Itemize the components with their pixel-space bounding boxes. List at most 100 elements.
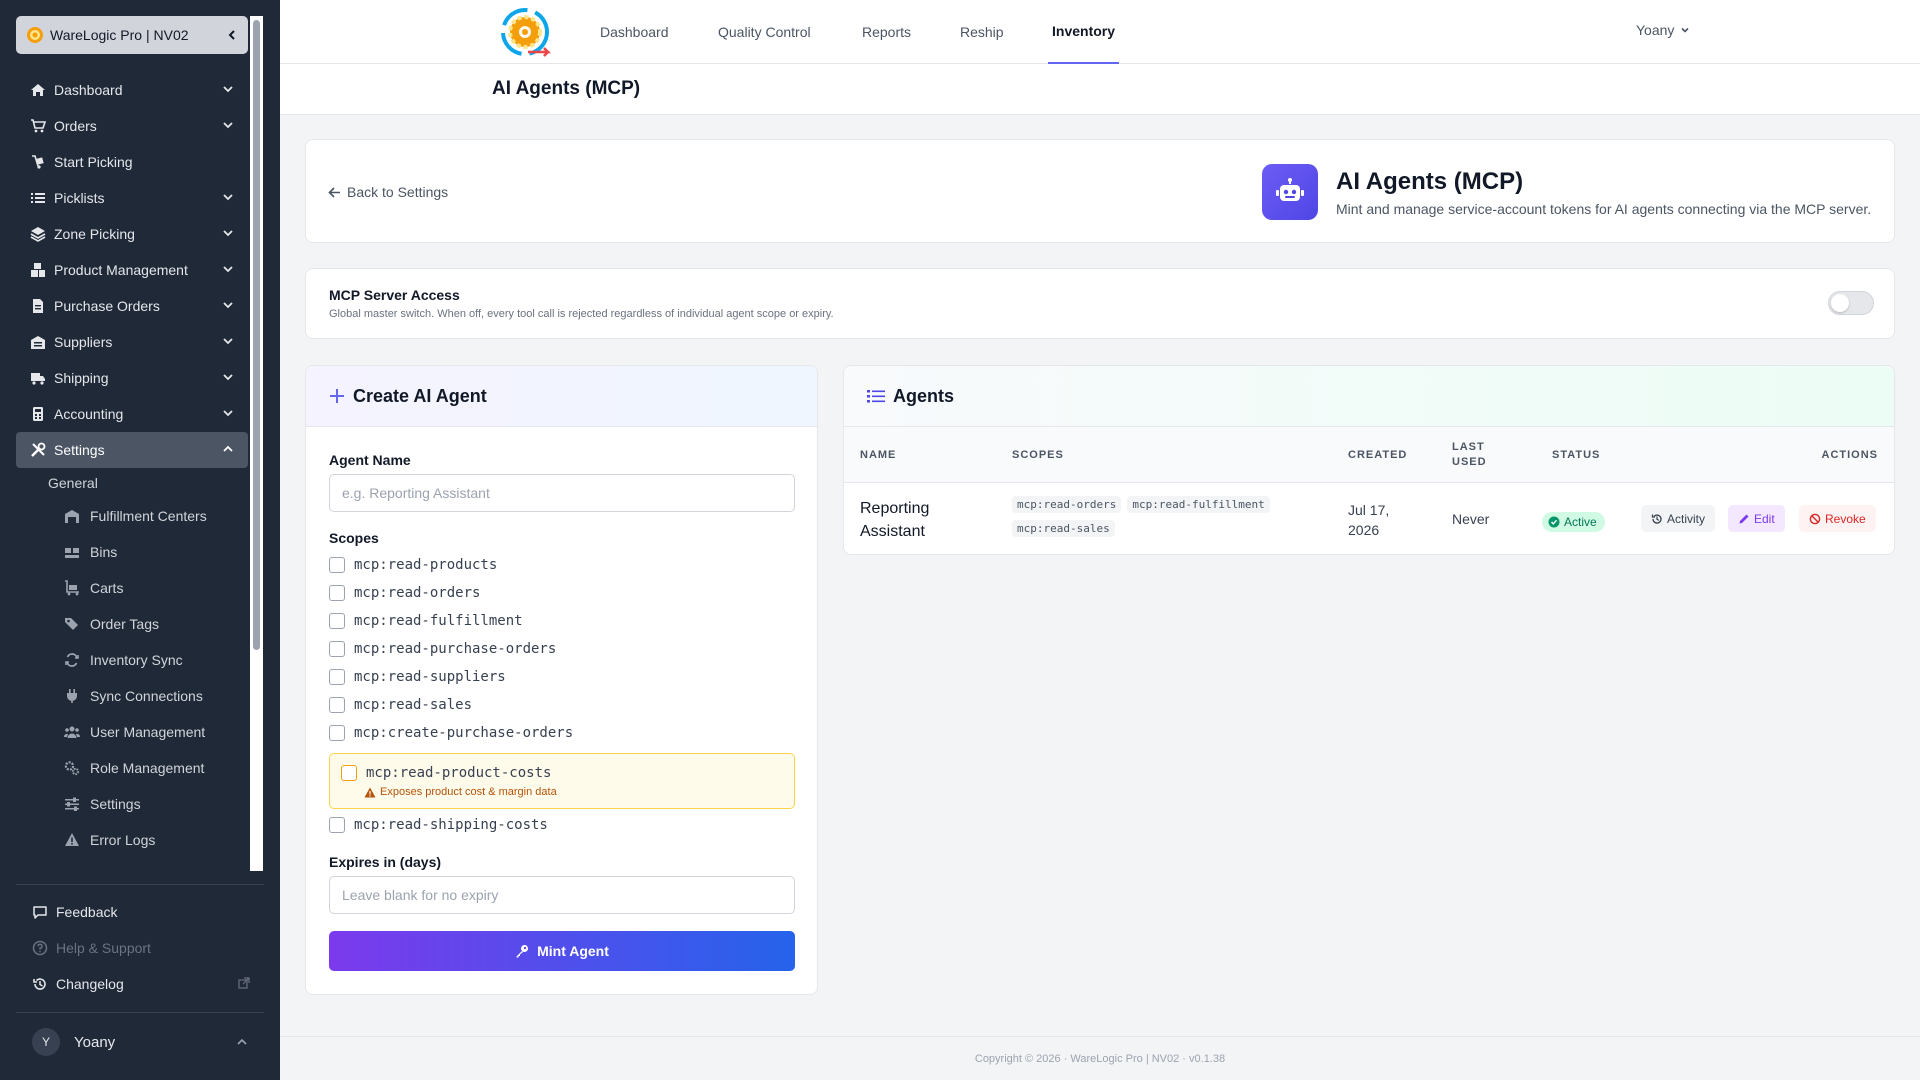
sidebar-item-label: Role Management: [90, 760, 205, 776]
tab-quality-control[interactable]: Quality Control: [718, 0, 811, 64]
sidebar-item-inventory-sync[interactable]: Inventory Sync: [16, 642, 248, 678]
edit-button[interactable]: Edit: [1728, 505, 1785, 532]
expires-days-input[interactable]: Leave blank for no expiry: [329, 876, 795, 914]
sidebar-item-purchase-orders[interactable]: Purchase Orders: [16, 288, 248, 324]
sidebar-divider: [16, 884, 264, 885]
brand-logo-icon: [27, 27, 43, 43]
warning-icon: [364, 787, 376, 797]
sidebar-scrollbar[interactable]: [250, 16, 263, 871]
scope-read-product-costs-row[interactable]: mcp:read-product-costs: [341, 765, 551, 781]
scope-checkbox[interactable]: [329, 725, 345, 741]
sidebar-item-error-logs[interactable]: Error Logs: [16, 822, 248, 858]
sidebar-item-general-settings[interactable]: Settings: [16, 786, 248, 822]
sidebar-item-feedback[interactable]: Feedback: [16, 894, 264, 930]
scope-label: mcp:read-sales: [354, 697, 473, 713]
sidebar-item-bins[interactable]: Bins: [16, 534, 248, 570]
chevron-down-icon: [223, 194, 233, 201]
layers-icon: [30, 227, 46, 242]
sidebar-item-label: Settings: [90, 796, 141, 812]
sidebar-group-general: General: [48, 475, 98, 491]
chevron-up-icon: [223, 445, 233, 452]
truck-icon: [31, 373, 45, 385]
sidebar-item-suppliers[interactable]: Suppliers: [16, 324, 248, 360]
sidebar-item-fulfillment-centers[interactable]: Fulfillment Centers: [16, 498, 248, 534]
scope-checkbox[interactable]: [329, 817, 345, 833]
app-logo-icon[interactable]: [498, 6, 552, 58]
sidebar-item-label: Shipping: [54, 370, 109, 386]
sidebar-item-label: Sync Connections: [90, 688, 203, 704]
agent-name-line: Assistant: [860, 523, 925, 540]
scope-checkbox[interactable]: [329, 557, 345, 573]
activity-button[interactable]: Activity: [1641, 505, 1716, 532]
sidebar-item-start-picking[interactable]: Start Picking: [16, 144, 248, 180]
scope-read-shipping-costs[interactable]: mcp:read-shipping-costs: [329, 817, 548, 833]
chevron-left-icon[interactable]: [226, 29, 238, 41]
scope-read-product-costs: mcp:read-product-costs Exposes product c…: [329, 753, 795, 809]
sidebar-item-label: Error Logs: [90, 832, 156, 848]
sidebar-item-zone-picking[interactable]: Zone Picking: [16, 216, 248, 252]
revoke-button[interactable]: Revoke: [1799, 505, 1876, 532]
mint-agent-button[interactable]: Mint Agent: [329, 931, 795, 971]
history-icon: [1651, 513, 1662, 524]
brand-switcher[interactable]: WareLogic Pro | NV02: [16, 16, 248, 54]
cart-icon: [31, 119, 46, 133]
calculator-icon: [33, 407, 43, 421]
created-line: Jul 17,: [1348, 502, 1390, 518]
agent-name-input[interactable]: e.g. Reporting Assistant: [329, 474, 795, 512]
tools-icon: [31, 442, 46, 457]
cost-warning-text: Exposes product cost & margin data: [380, 786, 557, 798]
agent-created-cell: Jul 17, 2026: [1348, 500, 1389, 540]
scope-checkbox[interactable]: [329, 697, 345, 713]
sidebar-item-orders[interactable]: Orders: [16, 108, 248, 144]
dolly-icon: [32, 155, 44, 169]
tab-inventory[interactable]: Inventory: [1048, 0, 1120, 64]
scope-read-sales[interactable]: mcp:read-sales: [329, 697, 472, 713]
sidebar-item-label: Bins: [90, 544, 118, 560]
column-status: STATUS: [1552, 449, 1601, 461]
sidebar-item-label: Carts: [90, 580, 124, 596]
sidebar-user-menu[interactable]: Y Yoany: [16, 1024, 264, 1060]
sidebar-item-role-management[interactable]: Role Management: [16, 750, 248, 786]
mcp-access-title: MCP Server Access: [329, 287, 460, 303]
scope-checkbox[interactable]: [329, 669, 345, 685]
sidebar-item-dashboard[interactable]: Dashboard: [16, 72, 248, 108]
sidebar-item-label: Suppliers: [54, 334, 113, 350]
sidebar-item-help-support[interactable]: Help & Support: [16, 930, 264, 966]
scope-create-purchase-orders[interactable]: mcp:create-purchase-orders: [329, 725, 573, 741]
user-menu[interactable]: Yoany: [1636, 22, 1690, 38]
sidebar-user-name: Yoany: [74, 1033, 116, 1051]
tab-reports[interactable]: Reports: [862, 0, 911, 64]
sidebar-item-label: Picklists: [54, 190, 105, 206]
mcp-access-toggle[interactable]: [1828, 291, 1874, 315]
sidebar-item-picklists[interactable]: Picklists: [16, 180, 248, 216]
sidebar-item-carts[interactable]: Carts: [16, 570, 248, 606]
sidebar-item-shipping[interactable]: Shipping: [16, 360, 248, 396]
scope-checkbox[interactable]: [329, 613, 345, 629]
tab-reship[interactable]: Reship: [960, 0, 1004, 64]
sidebar-divider: [16, 1012, 264, 1013]
sidebar-item-changelog[interactable]: Changelog: [16, 966, 264, 1002]
sidebar-item-accounting[interactable]: Accounting: [16, 396, 248, 432]
back-to-settings-link[interactable]: Back to Settings: [328, 184, 448, 200]
sidebar-item-sync-connections[interactable]: Sync Connections: [16, 678, 248, 714]
sidebar-item-user-management[interactable]: User Management: [16, 714, 248, 750]
scope-checkbox[interactable]: [329, 585, 345, 601]
scope-read-orders[interactable]: mcp:read-orders: [329, 585, 480, 601]
scope-read-fulfillment[interactable]: mcp:read-fulfillment: [329, 613, 523, 629]
scope-read-products[interactable]: mcp:read-products: [329, 557, 497, 573]
gears-icon: [64, 761, 80, 776]
create-agent-header: Create AI Agent: [306, 366, 817, 427]
scope-read-purchase-orders[interactable]: mcp:read-purchase-orders: [329, 641, 556, 657]
sidebar-item-order-tags[interactable]: Order Tags: [16, 606, 248, 642]
scope-chip: mcp:read-orders: [1012, 496, 1122, 513]
sidebar-item-settings[interactable]: Settings: [16, 432, 248, 468]
tab-dashboard[interactable]: Dashboard: [600, 0, 669, 64]
scope-read-suppliers[interactable]: mcp:read-suppliers: [329, 669, 506, 685]
scope-checkbox[interactable]: [341, 765, 357, 781]
list-icon: [31, 193, 45, 203]
column-actions: ACTIONS: [1821, 449, 1878, 461]
sidebar-item-product-management[interactable]: Product Management: [16, 252, 248, 288]
column-last-used-line: USED: [1452, 456, 1487, 468]
ban-icon: [1809, 513, 1821, 524]
scope-checkbox[interactable]: [329, 641, 345, 657]
